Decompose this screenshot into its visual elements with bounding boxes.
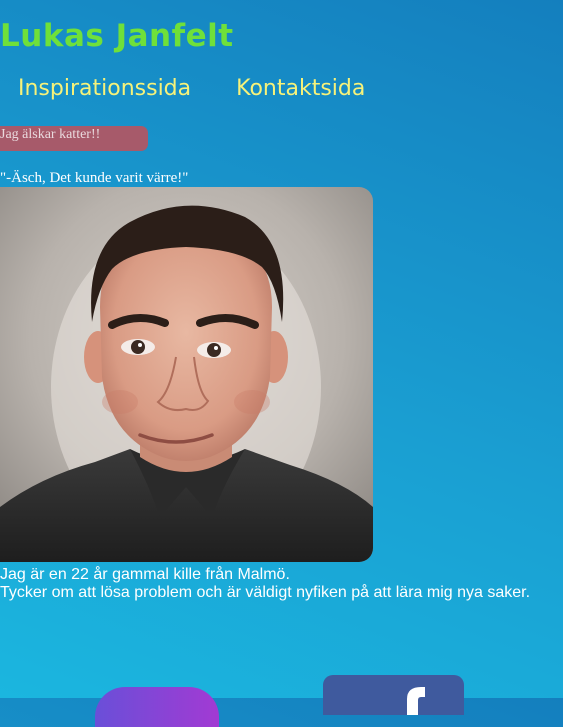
quote-text: "-Äsch, Det kunde varit värre!" — [0, 170, 189, 186]
site-title: Lukas Janfelt — [0, 18, 234, 54]
bio-text: Jag är en 22 år gammal kille från Malmö.… — [0, 566, 530, 602]
nav-link-contact[interactable]: Kontaktsida — [236, 76, 365, 101]
bio-line-1: Jag är en 22 år gammal kille från Malmö. — [0, 566, 290, 583]
profile-photo — [0, 187, 373, 562]
bio-line-2: Tycker om att lösa problem och är väldig… — [0, 584, 531, 601]
cat-banner: Jag älskar katter!! — [0, 126, 148, 151]
facebook-icon[interactable] — [323, 675, 464, 715]
instagram-icon[interactable] — [95, 687, 219, 727]
nav-link-inspiration[interactable]: Inspirationssida — [18, 76, 191, 101]
main-nav: Inspirationssida Kontaktsida — [18, 76, 365, 101]
